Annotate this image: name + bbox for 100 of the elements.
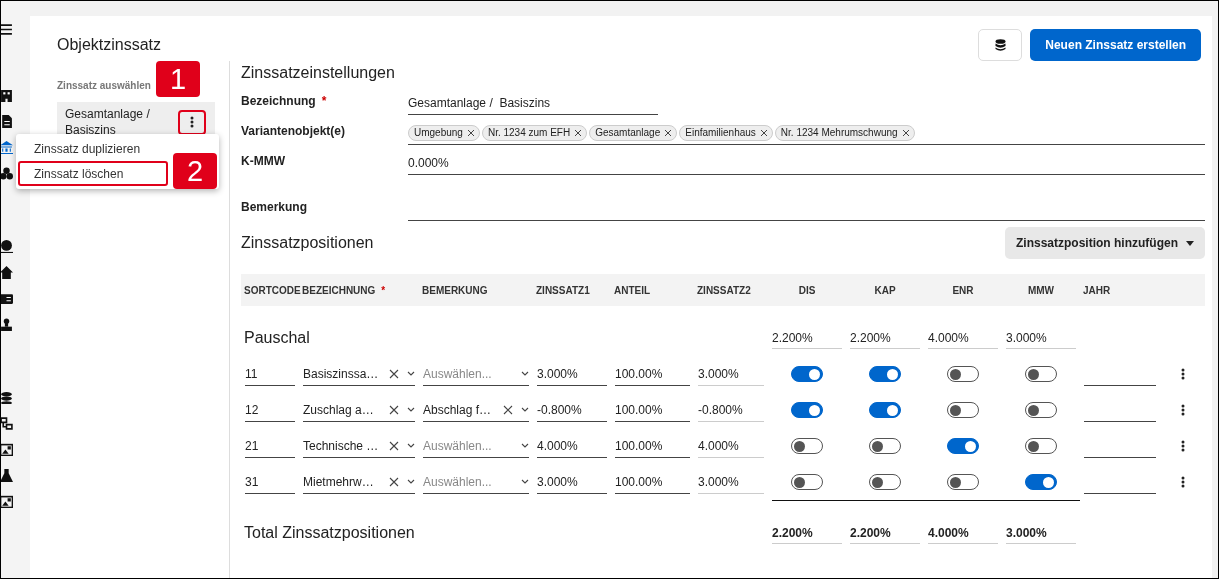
section-title: Zinssatzpositionen bbox=[241, 233, 374, 253]
select-field[interactable]: Mietmehrw… bbox=[303, 470, 415, 494]
stamp-icon[interactable] bbox=[1, 318, 13, 331]
input-field[interactable]: 21 bbox=[245, 434, 295, 458]
toggle-switch[interactable] bbox=[791, 474, 823, 490]
card-icon[interactable] bbox=[1, 292, 13, 305]
bank-icon[interactable] bbox=[1, 141, 13, 154]
column-header: JAHR bbox=[1082, 283, 1112, 298]
chip[interactable]: Umgebung bbox=[408, 124, 480, 141]
input-field[interactable]: 31 bbox=[245, 470, 295, 494]
hierarchy-icon[interactable] bbox=[1, 417, 13, 430]
menu-icon[interactable] bbox=[1, 23, 13, 36]
select-field[interactable]: Technische … bbox=[303, 434, 415, 458]
input-field[interactable]: 100.00% bbox=[615, 362, 690, 386]
toggle-switch[interactable] bbox=[869, 438, 901, 454]
database-button[interactable] bbox=[978, 28, 1023, 61]
total-value: 3.000% bbox=[1006, 522, 1076, 544]
remove-icon[interactable] bbox=[759, 128, 768, 137]
chip[interactable]: Nr. 1234 Mehrumschwung bbox=[774, 124, 915, 141]
more-icon bbox=[190, 116, 194, 128]
input-field[interactable]: 12 bbox=[245, 398, 295, 422]
chevron-down-icon[interactable] bbox=[407, 443, 415, 448]
image-icon[interactable] bbox=[1, 495, 13, 508]
input-field[interactable]: 4.000% bbox=[537, 434, 607, 458]
clear-icon[interactable] bbox=[389, 404, 399, 415]
column-header: KAP bbox=[873, 283, 897, 298]
text-field[interactable]: 0.000% bbox=[408, 151, 1205, 175]
column-header: ZINSSATZ2 bbox=[696, 283, 752, 298]
clear-icon[interactable] bbox=[389, 368, 399, 379]
chevron-down-icon[interactable] bbox=[407, 479, 415, 484]
toggle-switch[interactable] bbox=[1025, 366, 1057, 382]
remove-icon[interactable] bbox=[574, 128, 583, 137]
more-icon[interactable] bbox=[1180, 368, 1185, 380]
circles-icon[interactable] bbox=[1, 167, 13, 180]
more-icon[interactable] bbox=[1180, 404, 1185, 416]
text-field[interactable]: Gesamtanlage / Basiszins bbox=[408, 91, 658, 115]
toggle-switch[interactable] bbox=[791, 402, 823, 418]
clear-icon[interactable] bbox=[389, 440, 399, 451]
column-header: BEZEICHNUNG * bbox=[301, 283, 387, 298]
field-label: Bemerkung bbox=[241, 199, 309, 216]
input-field[interactable]: 100.00% bbox=[615, 434, 690, 458]
create-button[interactable]: Neuen Zinssatz erstellen bbox=[1030, 28, 1201, 61]
select-field[interactable]: Auswählen... bbox=[423, 362, 529, 386]
coin-icon[interactable] bbox=[1, 240, 13, 253]
chips-field[interactable]: Umgebung Nr. 1234 zum EFH Gesamtanlage Einfamilienhaus Nr. 1234 Mehrumschwung bbox=[408, 121, 1205, 145]
remove-icon[interactable] bbox=[901, 128, 910, 137]
input-field[interactable]: 3.000% bbox=[537, 470, 607, 494]
chevron-down-icon[interactable] bbox=[407, 407, 415, 412]
remove-icon[interactable] bbox=[466, 128, 475, 137]
chevron-down-icon[interactable] bbox=[407, 371, 415, 376]
callout-badge: 1 bbox=[156, 61, 200, 97]
clear-icon[interactable] bbox=[503, 404, 513, 415]
coins-icon[interactable] bbox=[1, 391, 13, 404]
chip[interactable]: Einfamilienhaus bbox=[679, 124, 773, 141]
chip[interactable]: Nr. 1234 zum EFH bbox=[481, 124, 588, 141]
input-field[interactable]: -0.800% bbox=[537, 398, 607, 422]
chevron-down-icon[interactable] bbox=[521, 371, 529, 376]
menu-item[interactable]: Zinssatz löschen bbox=[18, 161, 168, 186]
clear-icon[interactable] bbox=[389, 476, 399, 487]
input-field[interactable]: 3.000% bbox=[537, 362, 607, 386]
document-icon[interactable] bbox=[1, 115, 13, 128]
house-icon[interactable] bbox=[1, 266, 13, 279]
select-field[interactable]: Basiszinssa… bbox=[303, 362, 415, 386]
input-field[interactable]: 3.000% bbox=[698, 470, 764, 494]
building-icon[interactable] bbox=[1, 89, 13, 102]
toggle-switch[interactable] bbox=[947, 366, 979, 382]
select-field[interactable]: Auswählen... bbox=[423, 434, 529, 458]
input-field[interactable]: -0.800% bbox=[698, 398, 764, 422]
remove-icon[interactable] bbox=[664, 128, 673, 137]
toggle-switch[interactable] bbox=[1025, 438, 1057, 454]
total-value: 4.000% bbox=[928, 522, 998, 544]
more-icon[interactable] bbox=[1180, 476, 1185, 488]
toggle-switch[interactable] bbox=[791, 438, 823, 454]
chevron-down-icon[interactable] bbox=[521, 407, 529, 412]
select-field[interactable]: Abschlag f… bbox=[423, 398, 529, 422]
chevron-down-icon[interactable] bbox=[521, 479, 529, 484]
add-position-button[interactable]: Zinssatzposition hinzufügen bbox=[1005, 227, 1205, 259]
toggle-switch[interactable] bbox=[869, 474, 901, 490]
toggle-switch[interactable] bbox=[791, 366, 823, 382]
select-field[interactable]: Auswählen... bbox=[423, 470, 529, 494]
toggle-switch[interactable] bbox=[947, 402, 979, 418]
toggle-switch[interactable] bbox=[869, 402, 901, 418]
selector-label: Zinssatz auswählen bbox=[57, 79, 151, 93]
input-field[interactable]: 3.000% bbox=[698, 362, 764, 386]
input-field[interactable]: 100.00% bbox=[615, 398, 690, 422]
toggle-switch[interactable] bbox=[947, 438, 979, 454]
input-field[interactable]: 100.00% bbox=[615, 470, 690, 494]
more-icon[interactable] bbox=[1180, 440, 1185, 452]
flask-icon[interactable] bbox=[1, 469, 13, 482]
chip[interactable]: Gesamtanlage bbox=[589, 124, 678, 141]
chevron-down-icon[interactable] bbox=[521, 443, 529, 448]
image-icon[interactable] bbox=[1, 443, 13, 456]
column-header: MMW bbox=[1026, 283, 1056, 298]
select-field[interactable]: Zuschlag a… bbox=[303, 398, 415, 422]
toggle-switch[interactable] bbox=[947, 474, 979, 490]
toggle-switch[interactable] bbox=[1025, 402, 1057, 418]
toggle-switch[interactable] bbox=[1025, 474, 1057, 490]
input-field[interactable]: 4.000% bbox=[698, 434, 764, 458]
input-field[interactable]: 11 bbox=[245, 362, 295, 386]
toggle-switch[interactable] bbox=[869, 366, 901, 382]
